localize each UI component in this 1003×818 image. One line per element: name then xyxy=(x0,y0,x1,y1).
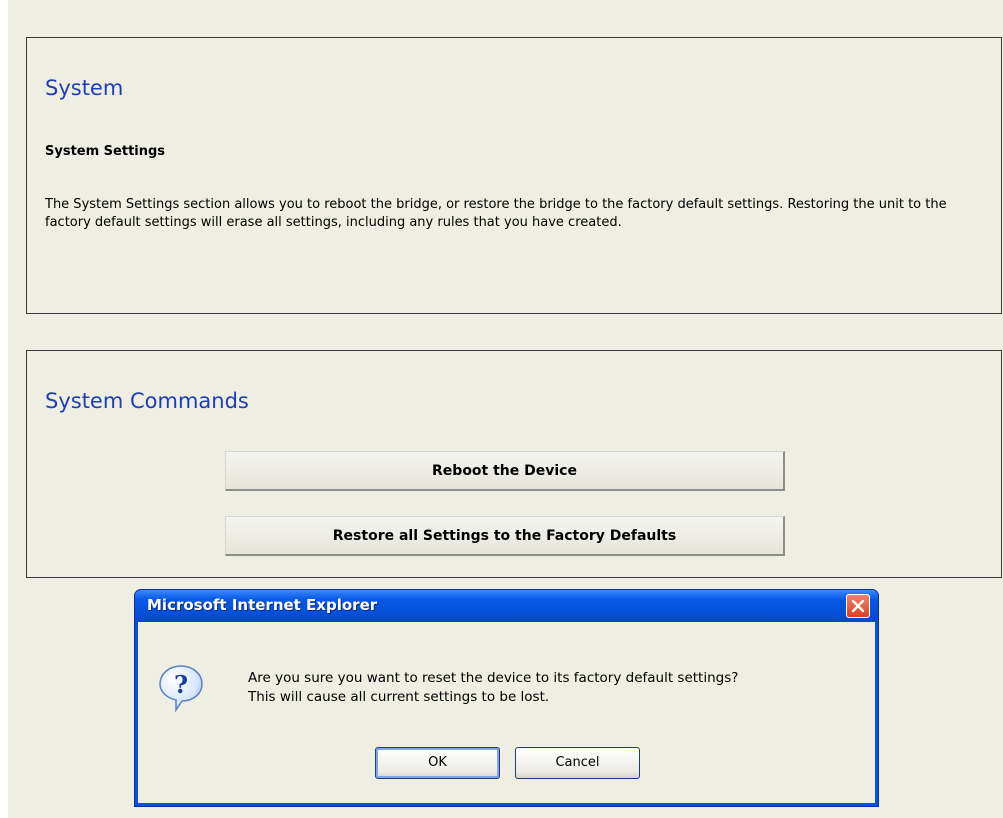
system-panel: System System Settings The System Settin… xyxy=(26,37,1002,314)
system-title: System xyxy=(45,76,124,100)
question-icon: ? xyxy=(159,665,203,712)
dialog-message: Are you sure you want to reset the devic… xyxy=(248,669,868,707)
system-commands-title: System Commands xyxy=(45,389,249,413)
dialog-message-line1: Are you sure you want to reset the devic… xyxy=(248,670,739,686)
dialog-message-line2: This will cause all current settings to … xyxy=(248,689,550,705)
system-settings-subtitle: System Settings xyxy=(45,144,166,159)
close-icon xyxy=(851,599,865,613)
dialog-body: ? Are you sure you want to reset the dev… xyxy=(138,622,875,803)
confirm-dialog: Microsoft Internet Explorer ? Are you su… xyxy=(134,589,879,807)
close-button[interactable] xyxy=(846,594,870,618)
system-description: The System Settings section allows you t… xyxy=(45,197,947,230)
svg-text:?: ? xyxy=(174,670,188,699)
ok-button[interactable]: OK xyxy=(375,747,500,779)
restore-factory-defaults-button[interactable]: Restore all Settings to the Factory Defa… xyxy=(225,516,785,556)
cancel-button[interactable]: Cancel xyxy=(515,747,640,779)
reboot-device-button[interactable]: Reboot the Device xyxy=(225,451,785,491)
dialog-titlebar[interactable]: Microsoft Internet Explorer xyxy=(135,590,878,622)
system-commands-panel: System Commands Reboot the Device Restor… xyxy=(26,350,1002,578)
dialog-title: Microsoft Internet Explorer xyxy=(147,596,378,614)
